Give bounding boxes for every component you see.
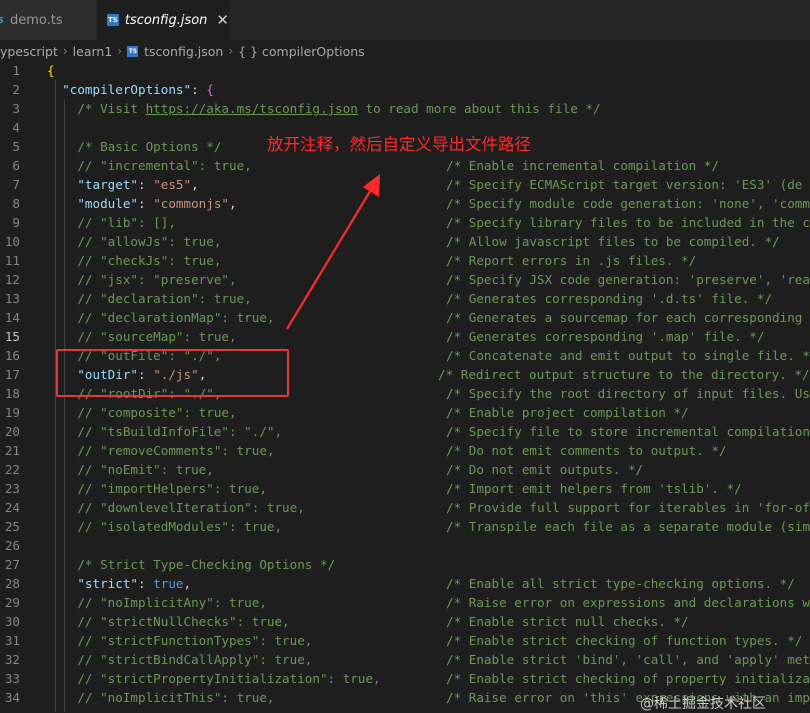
annotation-text: 放开注释，然后自定义导出文件路径 [267, 135, 531, 154]
annotation-arrow [286, 174, 380, 330]
watermark: @稀土掘金技术社区 [640, 696, 766, 712]
